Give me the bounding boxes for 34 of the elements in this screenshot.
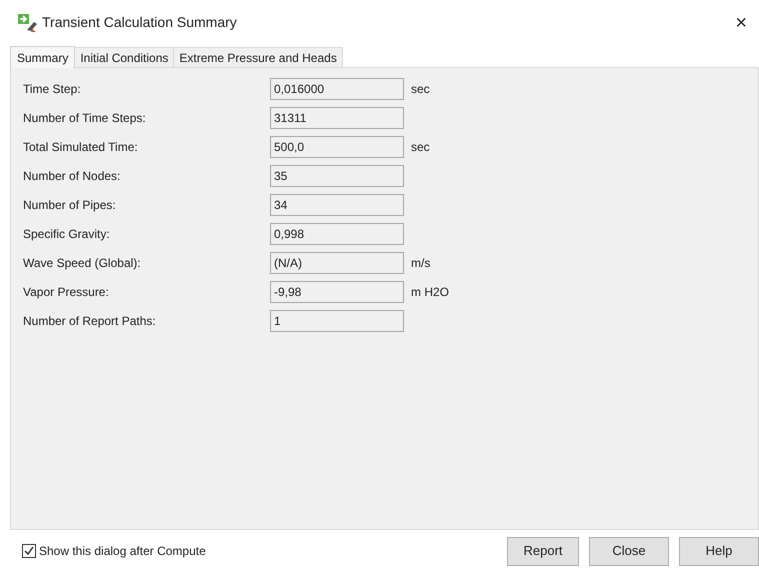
value-field: (N/A): [270, 252, 404, 274]
unit-label: sec: [411, 139, 430, 156]
dialog-button[interactable]: Close: [589, 536, 669, 566]
value-field: 35: [270, 165, 404, 187]
window-title: Transient Calculation Summary: [42, 13, 237, 32]
value-field: 500,0: [270, 136, 404, 158]
unit-label: m H2O: [411, 284, 450, 301]
value-field: 0,998: [270, 223, 404, 245]
field-label: Time Step:: [23, 81, 82, 98]
field-label: Specific Gravity:: [23, 226, 111, 243]
value-field: 1: [270, 310, 404, 332]
close-button[interactable]: ×: [731, 12, 751, 32]
tab[interactable]: Summary: [10, 46, 76, 68]
field-label: Number of Report Paths:: [23, 313, 157, 330]
field-label: Number of Time Steps:: [23, 110, 147, 127]
checkbox[interactable]: [22, 544, 36, 558]
value-field: 31311: [270, 107, 404, 129]
app-icon: [18, 14, 38, 32]
dialog-button[interactable]: Help: [679, 536, 759, 566]
tab[interactable]: Extreme Pressure and Heads: [174, 47, 343, 67]
tab[interactable]: Initial Conditions: [75, 47, 174, 67]
dialog-button[interactable]: Report: [507, 536, 579, 566]
checkbox-label: Show this dialog after Compute: [39, 543, 206, 560]
field-label: Number of Pipes:: [23, 197, 117, 214]
unit-label: m/s: [411, 255, 430, 272]
field-label: Number of Nodes:: [23, 168, 122, 185]
value-field: -9,98: [270, 281, 404, 303]
field-label: Vapor Pressure:: [23, 284, 110, 301]
value-field: 34: [270, 194, 404, 216]
unit-label: sec: [411, 81, 430, 98]
value-field: 0,016000: [270, 78, 404, 100]
field-label: Wave Speed (Global):: [23, 255, 142, 272]
check-icon: [24, 546, 34, 556]
field-label: Total Simulated Time:: [23, 139, 139, 156]
